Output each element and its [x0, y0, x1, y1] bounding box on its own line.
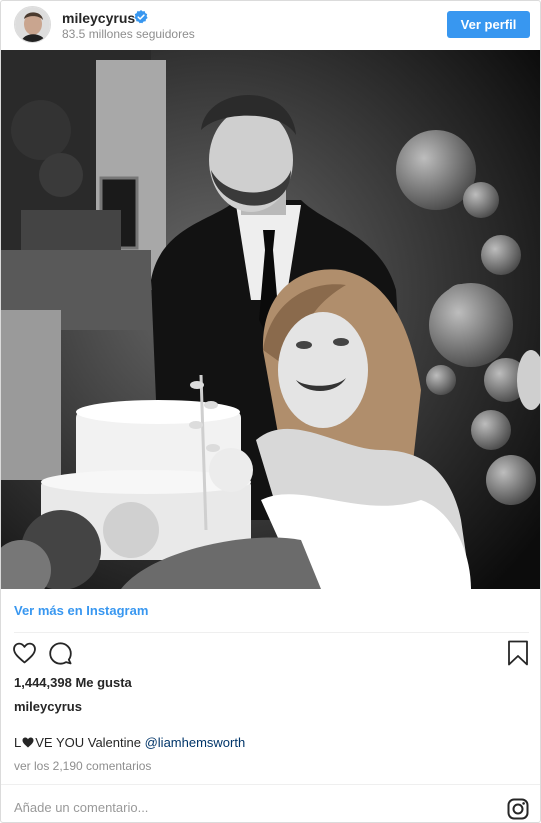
username[interactable]: mileycyrus [62, 10, 135, 26]
instagram-logo-icon[interactable] [507, 798, 529, 820]
avatar[interactable] [14, 6, 51, 43]
verified-badge-icon [134, 10, 148, 24]
divider [1, 784, 540, 785]
view-more-on-instagram-link[interactable]: Ver más en Instagram [14, 603, 148, 618]
instagram-embed: mileycyrus 83.5 millones seguidores Ver … [0, 0, 541, 823]
caption-text: VE YOU Valentine [35, 735, 145, 750]
like-count[interactable]: 1,444,398 Me gusta [14, 675, 132, 690]
heart-emoji-icon [22, 737, 34, 748]
view-comments-link[interactable]: ver los 2,190 comentarios [14, 759, 151, 773]
comment-bubble-icon[interactable] [48, 641, 73, 665]
caption-text-start: L [14, 735, 22, 750]
bookmark-icon[interactable] [507, 640, 529, 666]
heart-icon[interactable] [12, 641, 37, 665]
caption-username[interactable]: mileycyrus [14, 699, 82, 714]
view-profile-button[interactable]: Ver perfil [447, 11, 530, 38]
follower-count: 83.5 millones seguidores [62, 27, 195, 41]
divider [14, 632, 529, 633]
post-header: mileycyrus 83.5 millones seguidores Ver … [1, 1, 540, 50]
add-comment-input[interactable] [14, 798, 474, 816]
post-caption: L VE YOU Valentine @liamhemsworth [14, 735, 245, 750]
caption-mention-link[interactable]: @liamhemsworth [145, 735, 246, 750]
post-photo[interactable] [1, 50, 540, 589]
